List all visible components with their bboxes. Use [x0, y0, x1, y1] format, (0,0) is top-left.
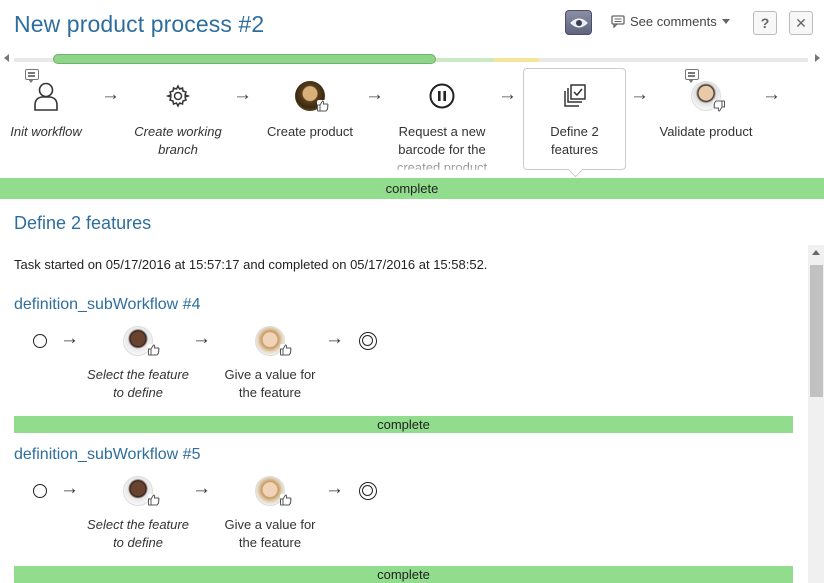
step-label: Validate product — [659, 124, 753, 139]
mona-lisa-avatar — [292, 78, 329, 114]
page-title: New product process #2 — [14, 11, 265, 37]
arrow-right-icon: → — [498, 84, 517, 105]
arrow-right-icon: → — [192, 328, 211, 349]
woman-avatar — [255, 476, 292, 506]
node-label-line: Give a value for — [224, 367, 316, 382]
node-label-line: to define — [113, 535, 163, 550]
subworkflow-task-give-value[interactable]: Give a value for the feature — [215, 326, 325, 402]
node-label-line: to define — [113, 385, 163, 400]
thumbs-up-icon — [148, 494, 160, 506]
workflow-status-bar: complete — [0, 178, 824, 199]
arrow-right-icon: → — [233, 84, 252, 105]
scroll-track-segment — [494, 58, 539, 62]
node-label: Give a value for the feature — [215, 516, 325, 552]
woman-avatar — [255, 326, 292, 356]
see-comments-label: See comments — [630, 14, 717, 29]
gear-icon — [160, 78, 196, 114]
task-detail-title: Define 2 features — [14, 213, 152, 233]
scroll-left-arrow[interactable] — [4, 54, 9, 62]
step-label: Request a new barcode for the created pr… — [396, 124, 488, 170]
subworkflow-task-give-value[interactable]: Give a value for the feature — [215, 476, 325, 552]
thumbs-up-icon — [280, 494, 292, 506]
task-timing-info: Task started on 05/17/2016 at 15:57:17 a… — [14, 257, 488, 272]
arrow-right-icon: → — [325, 328, 344, 349]
thumbs-up-icon — [148, 344, 160, 356]
thumbs-down-icon — [713, 100, 725, 112]
node-label: Select the feature to define — [83, 366, 193, 402]
man-dark-avatar — [123, 326, 160, 356]
arrow-right-icon: → — [101, 84, 120, 105]
close-label: ✕ — [795, 14, 807, 31]
step-label: Define 2 features — [550, 124, 599, 157]
node-label: Select the feature to define — [83, 516, 193, 552]
view-toggle-button[interactable] — [565, 10, 592, 35]
pause-icon — [424, 78, 460, 114]
scroll-right-arrow[interactable] — [815, 54, 820, 62]
man-avatar — [688, 78, 725, 114]
timeline-scroll-thumb[interactable] — [53, 54, 436, 64]
vertical-scroll-thumb[interactable] — [810, 265, 823, 397]
subworkflow-task-select-feature[interactable]: Select the feature to define — [83, 476, 193, 552]
checkbox-stack-icon — [557, 78, 593, 114]
thumbs-up-icon — [280, 344, 292, 356]
help-button[interactable]: ? — [753, 11, 777, 35]
scroll-up-arrow[interactable] — [812, 250, 820, 255]
step-label: Create product — [267, 124, 353, 139]
node-label-line: Select the feature — [87, 367, 189, 382]
caret-down-icon — [721, 19, 730, 24]
end-event-icon — [359, 482, 377, 500]
close-button[interactable]: ✕ — [789, 11, 813, 35]
user-outline-icon — [28, 78, 64, 114]
start-event-icon — [33, 484, 47, 498]
node-label-line: the feature — [238, 535, 302, 550]
step-label: Create working branch — [134, 124, 222, 157]
step-request-barcode[interactable]: Request a new barcode for the created pr… — [382, 70, 502, 170]
step-label: Init workflow — [10, 124, 82, 139]
help-label: ? — [760, 15, 770, 31]
subworkflow-title[interactable]: definition_subWorkflow #4 — [14, 296, 200, 314]
start-event-icon — [33, 334, 47, 348]
see-comments-dropdown[interactable]: See comments — [611, 14, 730, 29]
arrow-right-icon: → — [60, 478, 79, 499]
arrow-right-icon: → — [325, 478, 344, 499]
subworkflow-status-bar: complete — [14, 566, 793, 583]
comment-icon — [611, 15, 625, 28]
eye-icon — [569, 18, 588, 27]
scroll-track-segment — [434, 58, 494, 62]
end-event-icon — [359, 332, 377, 350]
node-label-line: the feature — [238, 385, 302, 400]
step-define-2-features[interactable]: Define 2 features — [523, 68, 626, 170]
node-label-line: Select the feature — [87, 517, 189, 532]
node-label-line: Give a value for — [224, 517, 316, 532]
arrow-right-icon: → — [762, 84, 781, 105]
subworkflow-status-bar: complete — [14, 416, 793, 433]
thumbs-up-icon — [317, 100, 329, 112]
arrow-right-icon: → — [60, 328, 79, 349]
man-dark-avatar — [123, 476, 160, 506]
node-label: Give a value for the feature — [215, 366, 325, 402]
arrow-right-icon: → — [192, 478, 211, 499]
subworkflow-task-select-feature[interactable]: Select the feature to define — [83, 326, 193, 402]
subworkflow-title[interactable]: definition_subWorkflow #5 — [14, 446, 200, 464]
arrow-right-icon: → — [630, 84, 649, 105]
